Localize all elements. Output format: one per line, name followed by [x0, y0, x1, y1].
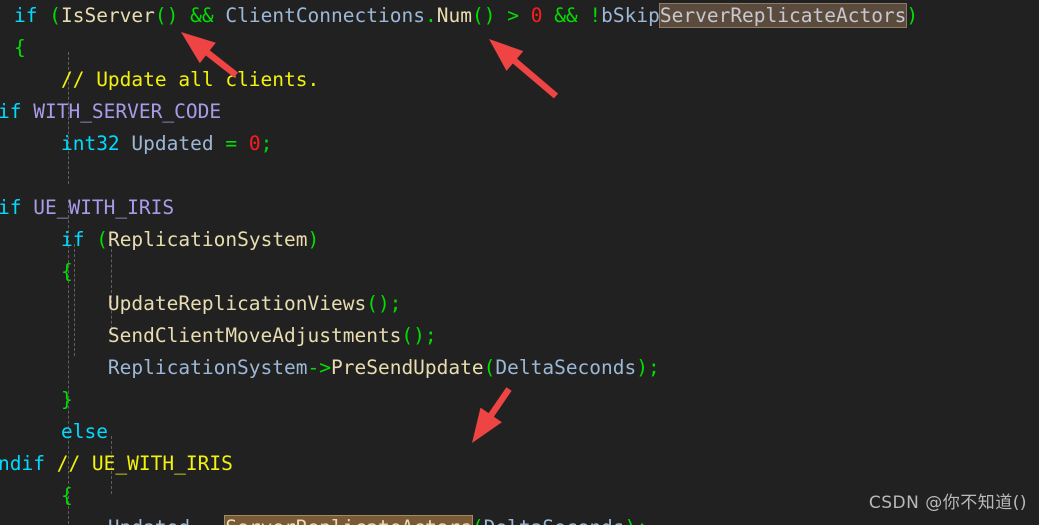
code-token: ) [906, 4, 919, 27]
code-token: ( [49, 4, 61, 27]
code-token: = [202, 516, 214, 525]
code-line[interactable]: if (IsServer() && ClientConnections.Num(… [0, 0, 1039, 32]
code-token: ( [96, 228, 108, 251]
code-token: { [60, 260, 73, 283]
code-token: > [507, 4, 519, 27]
code-line[interactable]: ndif // UE_WITH_IRIS [0, 448, 1039, 480]
code-viewport[interactable]: if (IsServer() && ClientConnections.Num(… [0, 0, 1039, 525]
code-token: ReplicationSystem [107, 228, 308, 251]
code-token: PreSendUpdate [331, 356, 484, 379]
code-token: if [14, 4, 38, 27]
code-token: ; [648, 356, 660, 379]
code-token: ClientConnections [225, 4, 425, 27]
code-token: if [60, 228, 85, 251]
code-token: (); [401, 324, 437, 347]
code-line[interactable]: { [0, 256, 1039, 288]
code-line[interactable]: UpdateReplicationViews(); [0, 288, 1039, 320]
code-token: Updated [131, 132, 214, 155]
code-line[interactable]: if (ReplicationSystem) [0, 224, 1039, 256]
code-token: ! [589, 4, 602, 27]
code-token: ) [636, 356, 649, 379]
code-token: { [60, 484, 73, 507]
code-line[interactable]: // Update all clients. [0, 64, 1039, 96]
code-token: UE_WITH_IRIS [33, 196, 175, 219]
code-token: ; [636, 516, 648, 525]
code-token: ) [625, 516, 637, 525]
watermark: CSDN @你不知道() [868, 493, 1027, 513]
code-token: 0 [248, 132, 261, 155]
code-token: -> [307, 356, 331, 379]
code-line[interactable]: ReplicationSystem->PreSendUpdate(DeltaSe… [0, 352, 1039, 384]
code-token: // Update all clients. [60, 68, 320, 91]
code-token: WITH_SERVER_CODE [33, 100, 222, 123]
code-token: if [0, 100, 34, 123]
code-token: bSkip [601, 4, 660, 27]
code-token: ( [472, 516, 484, 525]
code-token: && [554, 4, 578, 27]
code-token: () [471, 4, 496, 27]
code-token: ndif [0, 452, 57, 475]
code-line[interactable]: if UE_WITH_IRIS [0, 192, 1039, 224]
code-token: else [60, 420, 108, 443]
code-token: SendClientMoveAdjustments [107, 324, 402, 347]
code-line[interactable] [0, 160, 1039, 192]
code-token: ReplicationSystem [107, 356, 308, 379]
code-token: DeltaSeconds [495, 356, 637, 379]
code-line[interactable]: } [0, 384, 1039, 416]
code-token: ; [260, 132, 273, 155]
code-token: ) [307, 228, 320, 251]
code-line[interactable]: if WITH_SERVER_CODE [0, 96, 1039, 128]
code-line[interactable]: else [0, 416, 1039, 448]
code-editor-screenshot: if (IsServer() && ClientConnections.Num(… [0, 0, 1039, 525]
code-token: . [424, 4, 437, 27]
code-token: ( [483, 356, 496, 379]
code-token: int32 [60, 132, 120, 155]
code-token: DeltaSeconds [484, 516, 625, 525]
code-line[interactable]: { [0, 32, 1039, 64]
code-token: { [14, 36, 26, 59]
code-token: if [0, 196, 34, 219]
code-token: () [154, 4, 179, 27]
search-hit-1: ServerReplicateActors [659, 4, 907, 27]
code-token: 0 [530, 4, 543, 27]
code-line[interactable]: int32 Updated = 0; [0, 128, 1039, 160]
code-token: = [225, 132, 238, 155]
code-token: // UE_WITH_IRIS [56, 452, 233, 475]
code-token: IsServer [60, 4, 155, 27]
code-token: UpdateReplicationViews [107, 292, 367, 315]
code-token: Num [436, 4, 472, 27]
code-token: Updated [108, 516, 190, 525]
code-line[interactable]: SendClientMoveAdjustments(); [0, 320, 1039, 352]
code-token: (); [366, 292, 402, 315]
code-token: } [60, 388, 73, 411]
code-token: && [190, 4, 214, 27]
search-hit-2: ServerReplicateActors [225, 516, 472, 525]
